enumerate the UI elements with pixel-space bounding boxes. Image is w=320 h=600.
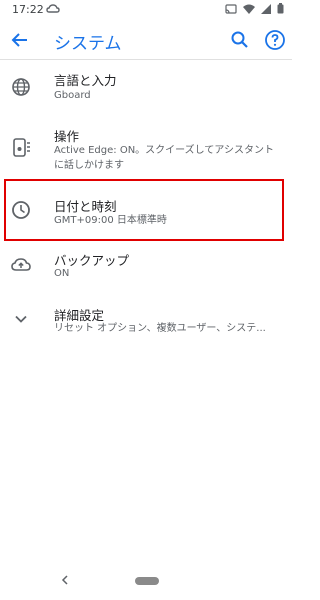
list-item-backup[interactable]: バックアップ ON xyxy=(0,246,292,286)
item-title: 言語と入力 xyxy=(54,73,117,88)
nav-home-button[interactable] xyxy=(135,577,159,585)
cast-icon xyxy=(225,3,237,17)
nav-back-button[interactable] xyxy=(58,572,72,586)
chevron-down-icon xyxy=(10,308,32,330)
back-button[interactable] xyxy=(8,28,32,52)
item-subtitle: ON xyxy=(54,268,70,279)
wifi-icon xyxy=(243,4,255,17)
status-icons xyxy=(225,3,284,17)
battery-icon xyxy=(277,3,284,17)
item-subtitle: リセット オプション、複数ユーザー、システ... xyxy=(54,323,266,334)
status-time: 17:22 xyxy=(12,3,44,16)
help-button[interactable] xyxy=(263,28,287,52)
page-title: システム xyxy=(54,34,122,54)
item-subtitle: Active Edge: ON。スクイーズしてアシスタントに話しかけます xyxy=(54,145,274,171)
highlight-box xyxy=(4,179,284,241)
vpn-cloud-icon xyxy=(46,3,60,18)
list-item-gestures[interactable]: 操作 Active Edge: ON。スクイーズしてアシスタントに話しかけます xyxy=(0,121,292,173)
cloud-upload-icon xyxy=(10,254,32,276)
app-bar: システム xyxy=(0,20,292,60)
app-bar-divider xyxy=(0,59,292,60)
gesture-phone-icon xyxy=(10,137,32,159)
signal-icon xyxy=(261,3,271,17)
item-subtitle: Gboard xyxy=(54,90,91,101)
search-button[interactable] xyxy=(228,28,252,52)
status-bar: 17:22 xyxy=(0,0,292,20)
globe-icon xyxy=(10,76,32,98)
navigation-bar xyxy=(0,560,292,600)
list-item-advanced[interactable]: 詳細設定 リセット オプション、複数ユーザー、システ... xyxy=(0,302,292,342)
list-item-language[interactable]: 言語と入力 Gboard xyxy=(0,64,292,112)
